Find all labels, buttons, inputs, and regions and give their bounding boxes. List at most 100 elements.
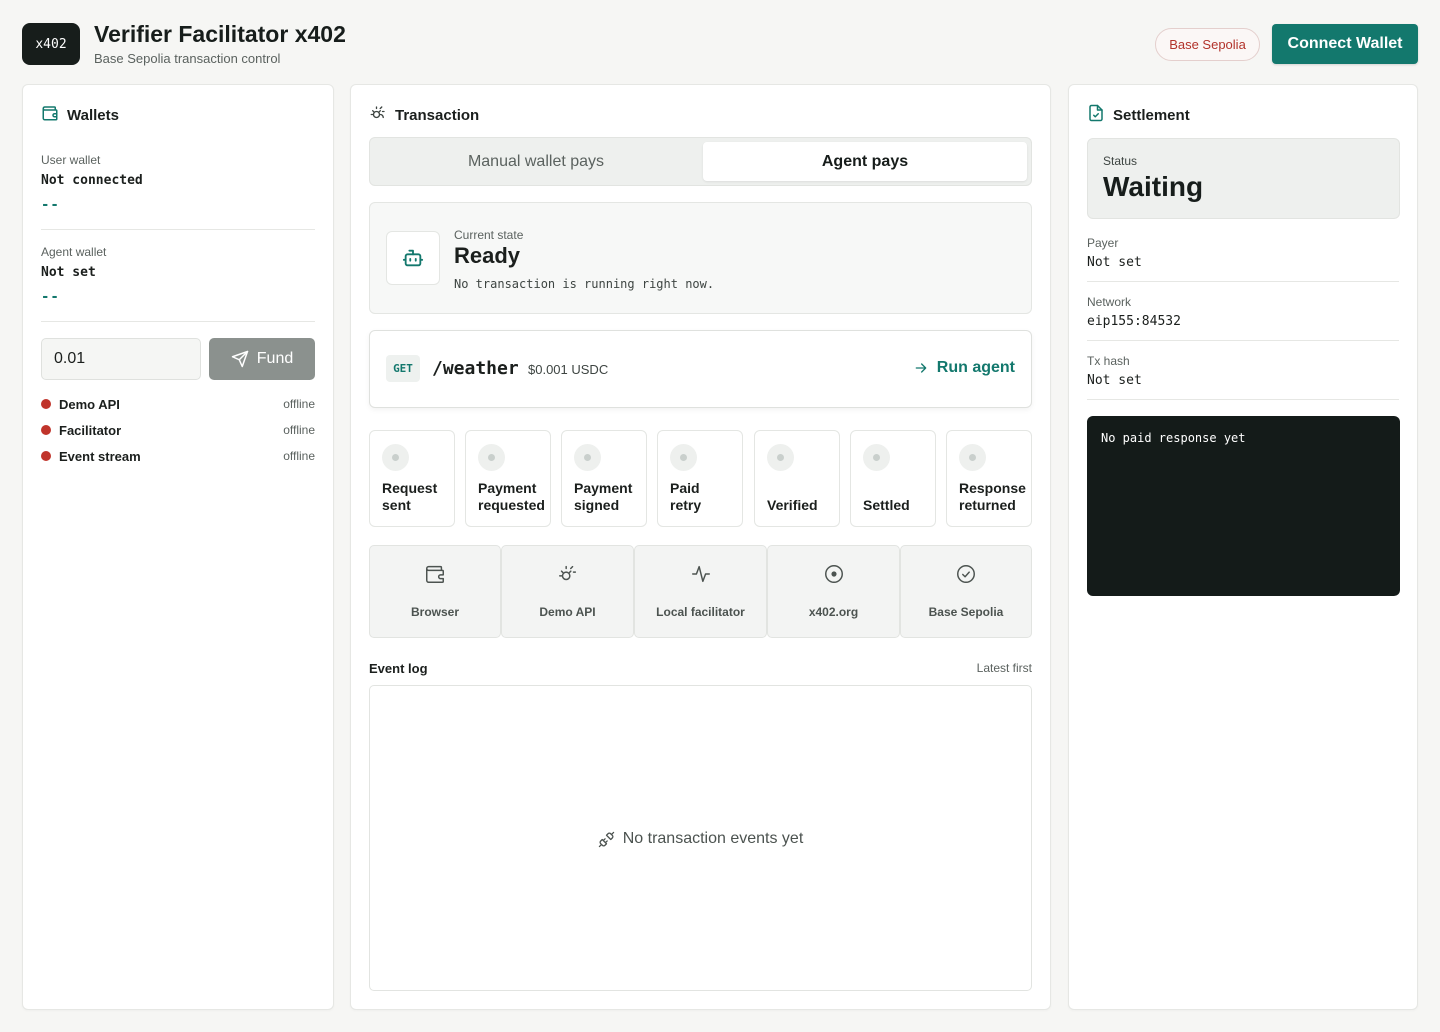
tab-manual-wallet-pays[interactable]: Manual wallet pays	[374, 142, 698, 181]
node-demo-api: Demo API	[501, 545, 634, 638]
node-local-facilitator: Local facilitator	[634, 545, 767, 638]
divider	[1087, 340, 1399, 341]
transaction-title: Transaction	[395, 106, 480, 124]
activity-icon	[691, 565, 710, 583]
network-badge[interactable]: Base Sepolia	[1155, 28, 1260, 61]
endpoint-price: $0.001 USDC	[528, 362, 609, 377]
network-value: eip155:84532	[1087, 314, 1181, 329]
run-agent-label: Run agent	[936, 359, 1015, 376]
wallet-icon	[426, 565, 444, 583]
state-label: Current state	[454, 228, 524, 242]
step-label: Payment signed	[574, 480, 633, 513]
event-log-title: Event log	[369, 661, 428, 676]
settlement-panel: Settlement Status Waiting Payer Not set …	[1068, 84, 1418, 1010]
paid-response-text: No paid response yet	[1101, 431, 1246, 445]
app-logo: x402	[22, 23, 80, 65]
settlement-status-card: Status Waiting	[1087, 138, 1400, 219]
app-subtitle: Base Sepolia transaction control	[94, 51, 281, 66]
service-status: offline	[283, 397, 315, 411]
current-state-card: Current state Ready No transaction is ru…	[369, 202, 1032, 314]
status-dot	[41, 425, 51, 435]
unplug-icon	[598, 831, 614, 847]
step-indicator	[382, 444, 409, 471]
step-indicator	[863, 444, 890, 471]
step-label: Paid retry	[670, 480, 702, 513]
wallet-icon	[41, 104, 59, 126]
divider	[41, 321, 315, 322]
step-label: Payment requested	[478, 480, 545, 513]
user-wallet-label: User wallet	[41, 153, 101, 167]
paid-response-output[interactable]: No paid response yet	[1087, 416, 1400, 596]
node-browser: Browser	[369, 545, 501, 638]
activity-sun-icon	[369, 104, 387, 126]
service-row-demo-api: Demo API offline	[41, 395, 315, 413]
event-log-empty: No transaction events yet	[598, 830, 804, 848]
node-x402-org: x402.org	[767, 545, 900, 638]
node-label: Demo API	[539, 605, 596, 619]
fund-button[interactable]: Fund	[209, 338, 315, 380]
network-label: Network	[1087, 295, 1132, 309]
run-agent-button[interactable]: Run agent	[913, 359, 1015, 377]
status-dot	[41, 451, 51, 461]
step-label: Request sent	[382, 480, 438, 513]
endpoint-card: GET /weather $0.001 USDC Run agent	[369, 330, 1032, 408]
event-log-order: Latest first	[976, 661, 1032, 675]
divider	[41, 229, 315, 230]
step-paid-retry: Paid retry	[657, 430, 743, 527]
send-icon	[231, 350, 249, 368]
divider	[1087, 399, 1399, 400]
service-name: Demo API	[59, 396, 120, 412]
user-wallet-balance: --	[41, 197, 60, 213]
transaction-header: Transaction	[369, 104, 479, 126]
step-label: Response returned	[959, 480, 1026, 513]
node-label: Browser	[410, 605, 460, 619]
wallets-panel: Wallets User wallet Not connected -- Age…	[22, 84, 334, 1010]
status-label: Status	[1103, 154, 1138, 168]
tx-hash-value: Not set	[1087, 373, 1142, 388]
service-name: Event stream	[59, 448, 141, 464]
divider	[1087, 281, 1399, 282]
file-check-icon	[1087, 104, 1105, 126]
step-payment-signed: Payment signed	[561, 430, 647, 527]
service-row-event-stream: Event stream offline	[41, 447, 315, 465]
step-indicator	[478, 444, 505, 471]
settlement-title: Settlement	[1113, 106, 1190, 124]
payment-mode-toggle: Manual wallet pays Agent pays	[369, 137, 1032, 186]
transaction-panel: Transaction Manual wallet pays Agent pay…	[350, 84, 1051, 1010]
step-response-returned: Response returned	[946, 430, 1032, 527]
state-value: Ready	[454, 243, 521, 268]
step-indicator	[959, 444, 986, 471]
node-label: Local facilitator	[656, 605, 745, 619]
event-log[interactable]: No transaction events yet	[369, 685, 1032, 991]
check-circle-icon	[957, 565, 975, 583]
target-icon	[824, 565, 843, 583]
status-dot	[41, 399, 51, 409]
bot-icon	[386, 231, 440, 285]
tab-agent-pays[interactable]: Agent pays	[703, 142, 1027, 181]
endpoint-path: /weather	[432, 358, 519, 379]
node-base-sepolia: Base Sepolia	[900, 545, 1032, 638]
agent-wallet-balance: --	[41, 289, 60, 305]
connect-wallet-button[interactable]: Connect Wallet	[1272, 24, 1418, 64]
fund-amount-input[interactable]	[41, 338, 201, 380]
step-indicator	[574, 444, 601, 471]
service-status: offline	[283, 449, 315, 463]
user-wallet-value: Not connected	[41, 173, 143, 188]
sun-cloud-icon	[558, 565, 576, 581]
node-label: Base Sepolia	[928, 605, 1004, 619]
step-label: Settled	[863, 497, 910, 513]
service-name: Facilitator	[59, 422, 122, 438]
step-request-sent: Request sent	[369, 430, 455, 527]
wallets-header: Wallets	[41, 104, 119, 126]
payer-value: Not set	[1087, 255, 1142, 270]
step-indicator	[670, 444, 697, 471]
node-label: x402.org	[808, 605, 859, 619]
tx-hash-label: Tx hash	[1087, 354, 1130, 368]
service-status: offline	[283, 423, 315, 437]
step-label: Verified	[767, 497, 818, 513]
event-log-empty-text: No transaction events yet	[622, 830, 804, 847]
app-title: Verifier Facilitator x402	[94, 21, 346, 47]
service-row-facilitator: Facilitator offline	[41, 421, 315, 439]
step-indicator	[767, 444, 794, 471]
step-payment-requested: Payment requested	[465, 430, 551, 527]
